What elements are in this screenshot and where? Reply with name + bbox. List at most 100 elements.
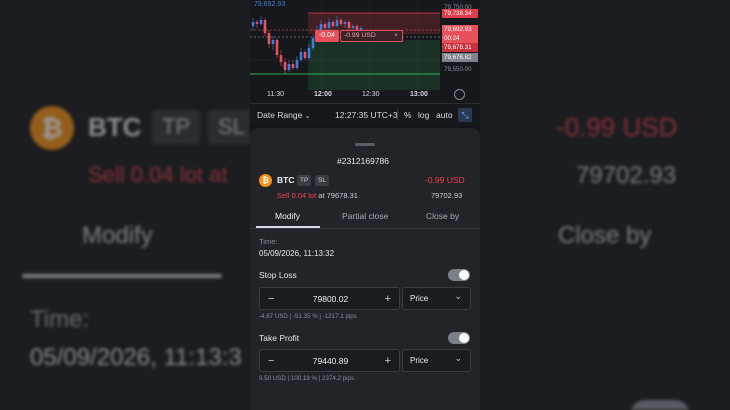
chart-settings-icon[interactable] [454,89,465,100]
take-profit-hint: 9.50 USD | 100.18 % | 2374.2 pips [259,375,355,382]
take-profit-input[interactable]: 79440.89 [260,356,401,366]
stop-loss-stepper: − 79800.02 + [259,287,400,310]
log-toggle[interactable]: log [418,110,429,120]
bg-time-label: Time: [30,306,90,333]
toolbar-divider [397,108,398,121]
mobile-trading-app: 79,692.93 79,750.00 79,550.00 79,738.34 … [250,0,480,410]
tab-partial-close[interactable]: Partial close [342,211,388,221]
x-tick-1200: 12:00 [314,91,332,98]
bg-side: Sell 0.04 lot at [88,162,228,187]
bitcoin-icon: ₿ [30,106,74,150]
position-pl-label[interactable]: -0.99 USD × [340,30,403,42]
stop-loss-increment-button[interactable]: + [385,293,391,305]
date-range-button[interactable]: Date Range ⌄ [257,110,311,120]
order-sheet: #2312169786 ₿ BTC TP SL -0.99 USD Sell 0… [250,128,480,410]
candle-body [263,20,267,33]
time-label: Time: [259,237,278,246]
candle-body [343,22,347,24]
fullscreen-icon[interactable]: ⤡ [458,107,472,122]
x-tick-1230: 12:30 [362,91,380,98]
bg-symbol: BTC [88,112,142,142]
order-open-price: at 79678.31 [318,191,358,200]
tp-chip: TP [297,175,312,186]
screen: ₿ BTC TP SL Sell 0.04 lot at Modify Time… [0,0,730,410]
bg-tab-indicator [22,274,222,278]
candle-body [259,20,263,24]
order-symbol: BTC [277,175,295,185]
sl-chip: SL [315,175,329,186]
bid-price-tag: 79,692.93 [442,25,478,34]
candle-body [271,40,275,44]
candle-body [331,22,335,26]
candle-body [327,22,331,28]
candle-body [279,55,283,62]
bg-time-value: 05/09/2026, 11:13:3 [30,344,242,371]
candle-body [303,52,307,58]
stop-loss-hint: -4.87 USD | -51.35 % | -1217.1 pips [259,313,357,320]
order-current-price: 79702.93 [431,191,463,200]
position-size-label[interactable]: -0.04 [315,30,339,42]
bg-modify: Modify [82,222,153,249]
candle-body [287,64,291,70]
candle-body [275,40,279,55]
take-profit-mode-value: Price [410,356,429,365]
order-id: #2312169786 [337,156,390,166]
take-profit-increment-button[interactable]: + [385,355,391,367]
close-position-icon[interactable]: × [394,31,398,41]
candle-body [299,52,303,60]
candle-body [291,64,295,68]
candle-body [351,26,355,28]
open-price-tag: 79,678.31 [442,43,478,52]
sheet-drag-handle[interactable] [355,143,375,146]
clock-time: 12:27:35 UTC+3 [335,109,398,120]
sl-price-tag: 79,738.34 [442,9,478,18]
bg-toggle [630,400,690,410]
candle-body [251,22,255,26]
order-side-line: Sell 0.04 lot at 79678.31 [277,191,358,200]
tab-bar: Modify Partial close Close by [250,205,480,229]
stop-loss-label: Stop Loss [259,270,297,280]
take-profit-stepper: − 79440.89 + [259,349,400,372]
candle-body [335,20,339,26]
order-pl: -0.99 USD [425,175,465,185]
bg-tp-chip: TP [152,110,201,144]
chart-toolbar: Date Range ⌄ 12:27:35 UTC+3 % log auto ⤡ [250,103,480,125]
candle-body [347,22,351,28]
bg-pl: -0.99 USD [556,112,678,142]
date-range-label: Date Range [257,109,303,120]
auto-toggle[interactable]: auto [436,110,453,120]
percent-toggle[interactable]: % [404,110,412,120]
take-profit-label: Take Profit [259,333,300,343]
price-chart[interactable]: 79,692.93 79,750.00 79,550.00 79,738.34 … [250,0,480,103]
candle-body [339,20,343,24]
take-profit-zone [308,40,440,90]
order-side: Sell 0.04 lot [277,191,317,200]
x-tick-1130: 11:30 [267,91,284,98]
blurred-background-left: ₿ BTC TP SL Sell 0.04 lot at Modify Time… [0,0,250,410]
bg-sl-chip: SL [208,110,250,144]
bitcoin-icon: ₿ [259,174,272,187]
stop-loss-mode-select[interactable]: Price ⌄ [402,287,471,310]
time-value: 05/09/2026, 11:13:32 [259,249,335,258]
stop-loss-toggle[interactable] [448,269,470,281]
chevron-down-icon: ⌄ [304,112,311,120]
candle-body [295,60,299,68]
candle-body [311,38,315,48]
y-tick-bottom: 79,550.00 [444,66,472,73]
stop-loss-input[interactable]: 79800.02 [260,294,401,304]
candle-body [323,24,327,28]
tab-modify[interactable]: Modify [275,211,300,221]
active-tab-indicator [256,226,320,228]
chart-top-price: 79,692.93 [254,1,286,8]
chevron-down-icon: ⌄ [454,291,462,301]
take-profit-mode-select[interactable]: Price ⌄ [402,349,471,372]
candle-body [267,33,271,44]
blurred-background-right: -0.99 USD 79702.93 Close by [480,0,730,410]
tp-price-tag: 79,676.82 [442,53,478,62]
stop-loss-mode-value: Price [410,294,429,303]
tab-close-by[interactable]: Close by [426,211,459,221]
take-profit-toggle[interactable] [448,332,470,344]
candle-timer-tag: 00:24 [442,34,478,43]
candle-body [307,48,311,58]
bg-price: 79702.93 [576,162,677,189]
